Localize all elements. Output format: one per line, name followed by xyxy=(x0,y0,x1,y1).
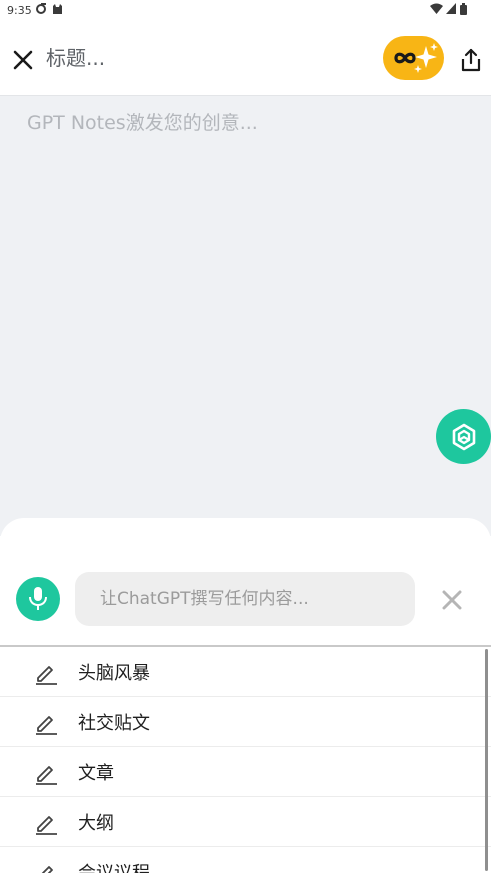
signal-icon xyxy=(446,3,456,17)
status-time: 9:35 xyxy=(7,4,32,17)
ai-assistant-button[interactable] xyxy=(436,409,491,464)
editor-header xyxy=(0,22,491,96)
openai-logo-icon xyxy=(452,423,475,450)
suggestion-label: 社交贴文 xyxy=(78,713,150,734)
cat-status-icon xyxy=(52,3,63,18)
suggestion-item-social-post[interactable]: 社交贴文 xyxy=(0,697,491,747)
battery-icon xyxy=(460,3,467,18)
suggestion-label: 会议议程 xyxy=(78,859,150,873)
settings-status-icon xyxy=(35,3,47,18)
note-content-input[interactable] xyxy=(27,110,457,310)
list-scrollbar[interactable] xyxy=(485,649,488,871)
ai-prompt-sheet: 头脑风暴 社交贴文 文章 大 xyxy=(0,518,491,873)
clear-prompt-button[interactable] xyxy=(438,586,466,614)
wifi-icon xyxy=(430,3,443,17)
suggestion-list: 头脑风暴 社交贴文 文章 大纲 xyxy=(0,647,491,873)
close-icon xyxy=(13,50,33,70)
app-screen: 9:35 标题... GPT Notes激发您的创意... 让ChatGPT撰写… xyxy=(0,0,491,873)
voice-input-button[interactable] xyxy=(16,577,60,621)
title-input[interactable] xyxy=(46,42,366,74)
pencil-icon xyxy=(36,666,57,685)
pencil-icon xyxy=(36,766,57,785)
chatgpt-prompt-input[interactable] xyxy=(75,572,415,626)
pencil-icon xyxy=(41,866,53,873)
note-body-area xyxy=(0,96,491,536)
suggestion-item-meeting-agenda[interactable]: 会议议程 xyxy=(0,847,491,873)
close-icon xyxy=(442,590,462,610)
status-bar: 9:35 xyxy=(0,0,491,22)
share-button[interactable] xyxy=(457,46,485,74)
pencil-icon xyxy=(36,816,57,835)
suggestion-label: 头脑风暴 xyxy=(78,663,150,684)
suggestion-label: 文章 xyxy=(78,763,114,784)
microphone-icon xyxy=(29,587,47,610)
suggestion-item-brainstorm[interactable]: 头脑风暴 xyxy=(0,647,491,697)
close-button[interactable] xyxy=(10,47,36,73)
pencil-icon xyxy=(36,716,57,735)
suggestion-label: 大纲 xyxy=(78,813,114,834)
suggestion-item-article[interactable]: 文章 xyxy=(0,747,491,797)
share-icon xyxy=(461,48,481,72)
pro-upgrade-button[interactable] xyxy=(383,36,444,80)
infinity-sparkle-icon xyxy=(393,43,438,73)
suggestion-item-outline[interactable]: 大纲 xyxy=(0,797,491,847)
